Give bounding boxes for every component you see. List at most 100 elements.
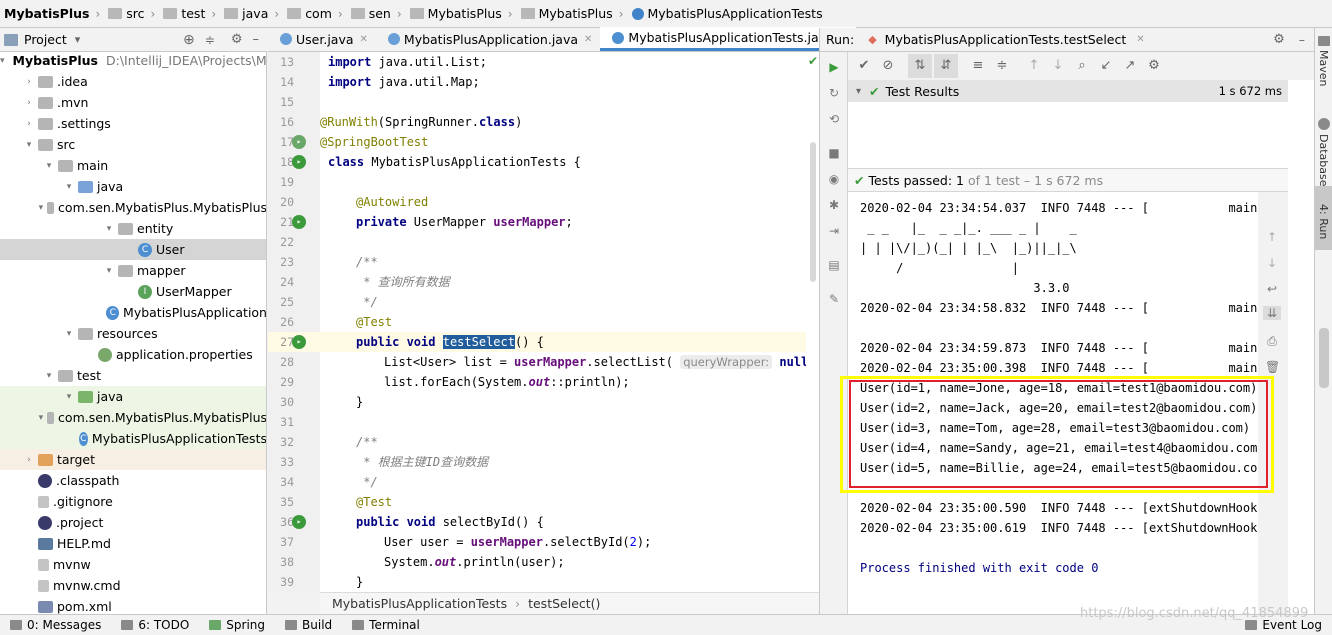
close-icon[interactable]: ✕ <box>1136 34 1144 45</box>
tree-item[interactable]: ▾ main <box>0 155 266 176</box>
tree-item[interactable]: › .settings <box>0 113 266 134</box>
rerun-failed-icon[interactable]: ↻ <box>827 86 841 100</box>
camera-icon[interactable]: ◉ <box>827 172 841 186</box>
tree-item[interactable]: C User <box>0 239 266 260</box>
tree-item[interactable]: ▾ resources <box>0 323 266 344</box>
collapse-all-icon[interactable]: ≑ <box>990 54 1014 78</box>
chevron-icon[interactable]: ▾ <box>64 329 74 339</box>
editor-crumb-class[interactable]: MybatisPlusApplicationTests <box>332 596 507 611</box>
chevron-icon[interactable]: ▾ <box>0 56 5 66</box>
export-icon[interactable]: ↗ <box>1118 54 1142 78</box>
tree-item[interactable]: application.properties <box>0 344 266 365</box>
autowired-icon[interactable]: ▸ <box>292 215 306 229</box>
chevron-icon[interactable]: ▾ <box>104 266 114 276</box>
down-icon[interactable]: ↓ <box>1265 256 1279 270</box>
rerun-icon[interactable]: ▶ <box>827 60 841 74</box>
scrollbar-thumb[interactable] <box>1319 328 1329 388</box>
tree-item[interactable]: C MybatisPlusApplication <box>0 302 266 323</box>
print-icon[interactable]: ⎙ <box>1265 334 1279 348</box>
tree-item[interactable]: I UserMapper <box>0 281 266 302</box>
down-icon[interactable]: ↓ <box>1046 54 1070 78</box>
breadcrumb-item[interactable]: test › <box>155 6 216 21</box>
chevron-icon[interactable]: › <box>24 77 34 87</box>
project-view-label[interactable]: Project <box>24 32 67 47</box>
editor-tab[interactable]: MybatisPlusApplicationTests.java✕ <box>600 27 857 51</box>
chevron-icon[interactable]: ▾ <box>44 161 54 171</box>
tree-item[interactable]: ▾ mapper <box>0 260 266 281</box>
chevron-icon[interactable]: ▾ <box>39 203 44 213</box>
gear-icon[interactable]: ⚙ <box>1142 54 1166 78</box>
exit-icon[interactable]: ⇥ <box>827 224 841 238</box>
database-tool-tab[interactable]: Database <box>1317 134 1330 187</box>
tree-item[interactable]: ▾ MybatisPlus D:\Intellij_IDEA\Projects\My… <box>0 52 266 71</box>
up-icon[interactable]: ↑ <box>1022 54 1046 78</box>
tree-item[interactable]: › .idea <box>0 71 266 92</box>
run-config-tab[interactable]: MybatisPlusApplicationTests.testSelect <box>885 32 1127 47</box>
stop-icon[interactable]: ■ <box>827 146 841 160</box>
tree-item[interactable]: HELP.md <box>0 533 266 554</box>
tree-item[interactable]: ▾ java <box>0 176 266 197</box>
sort-duration-icon[interactable]: ⇵ <box>934 54 958 78</box>
tree-item[interactable]: .project <box>0 512 266 533</box>
sort-alpha-icon[interactable]: ⇅ <box>908 54 932 78</box>
build-tab[interactable]: Build <box>285 618 332 632</box>
soft-wrap-icon[interactable]: ↩ <box>1265 282 1279 296</box>
tree-item[interactable]: › .mvn <box>0 92 266 113</box>
terminal-tab[interactable]: Terminal <box>352 618 420 632</box>
tree-item[interactable]: › target <box>0 449 266 470</box>
test-results-row[interactable]: ▾ ✔ Test Results 1 s 672 ms <box>848 80 1288 102</box>
breadcrumb-item[interactable]: MybatisPlus › <box>402 6 513 21</box>
tree-item[interactable]: ▾ java <box>0 386 266 407</box>
minimize-icon[interactable]: – <box>1299 32 1305 47</box>
locate-icon[interactable]: ⊕ <box>183 32 195 48</box>
chevron-icon[interactable]: › <box>24 119 34 129</box>
spring-bean-icon[interactable]: ▸ <box>292 135 306 149</box>
messages-tab[interactable]: 0: Messages <box>10 618 101 632</box>
tree-item[interactable]: C MybatisPlusApplicationTests <box>0 428 266 449</box>
run-test-icon[interactable]: ▸ <box>292 515 306 529</box>
breadcrumb-item[interactable]: src › <box>100 6 155 21</box>
breadcrumb-item[interactable]: sen › <box>343 6 402 21</box>
collapse-icon[interactable]: ≑ <box>205 33 215 47</box>
gear-icon[interactable]: ⚙ <box>1273 32 1285 47</box>
expand-all-icon[interactable]: ≡ <box>966 54 990 78</box>
chevron-icon[interactable]: ▾ <box>24 140 34 150</box>
spring-tab[interactable]: Spring <box>209 618 265 632</box>
gear-icon[interactable]: ⚙ <box>231 32 243 47</box>
scroll-to-end-icon[interactable]: ⇊ <box>1263 306 1281 320</box>
maven-tool-tab[interactable]: Maven <box>1317 50 1330 86</box>
todo-tab[interactable]: 6: TODO <box>121 618 189 632</box>
tree-item[interactable]: ▾ com.sen.MybatisPlus.MybatisPlus <box>0 407 266 428</box>
tree-item[interactable]: .classpath <box>0 470 266 491</box>
close-icon[interactable]: ✕ <box>360 34 368 45</box>
import-icon[interactable]: ↙ <box>1094 54 1118 78</box>
editor-tab[interactable]: User.java ✕ <box>268 27 376 51</box>
breadcrumb-item[interactable]: java › <box>216 6 279 21</box>
editor-tab[interactable]: MybatisPlusApplication.java ✕ <box>376 27 601 51</box>
chevron-down-icon[interactable]: ▾ <box>75 33 81 46</box>
pin-icon[interactable]: ✎ <box>827 292 841 306</box>
chevron-icon[interactable]: ▾ <box>104 224 114 234</box>
breadcrumb-item[interactable]: MybatisPlus › <box>513 6 624 21</box>
show-ignored-icon[interactable]: ⊘ <box>876 54 900 78</box>
code-editor[interactable]: import java.util.List; import java.util.… <box>320 52 806 592</box>
trash-icon[interactable]: 🗑 <box>1265 360 1280 374</box>
settings-icon[interactable]: ✱ <box>827 198 841 212</box>
up-icon[interactable]: ↑ <box>1265 230 1279 244</box>
editor-crumb-method[interactable]: testSelect() <box>528 596 600 611</box>
close-icon[interactable]: ✕ <box>584 34 592 45</box>
layout-icon[interactable]: ▤ <box>827 258 841 272</box>
breadcrumb-item[interactable]: MybatisPlus › <box>0 6 100 21</box>
show-passed-icon[interactable]: ✔ <box>852 54 876 78</box>
run-test-icon[interactable]: ▸ <box>292 335 306 349</box>
run-test-icon[interactable]: ▸ <box>292 155 306 169</box>
chevron-icon[interactable]: › <box>24 98 34 108</box>
tree-item[interactable]: ▾ entity <box>0 218 266 239</box>
tree-item[interactable]: ▾ test <box>0 365 266 386</box>
chevron-icon[interactable]: ▾ <box>39 413 44 423</box>
tree-item[interactable]: ▾ com.sen.MybatisPlus.MybatisPlus <box>0 197 266 218</box>
scrollbar-thumb[interactable] <box>810 142 816 282</box>
chevron-icon[interactable]: ▾ <box>64 182 74 192</box>
chevron-icon[interactable]: › <box>24 455 34 465</box>
tree-item[interactable]: .gitignore <box>0 491 266 512</box>
